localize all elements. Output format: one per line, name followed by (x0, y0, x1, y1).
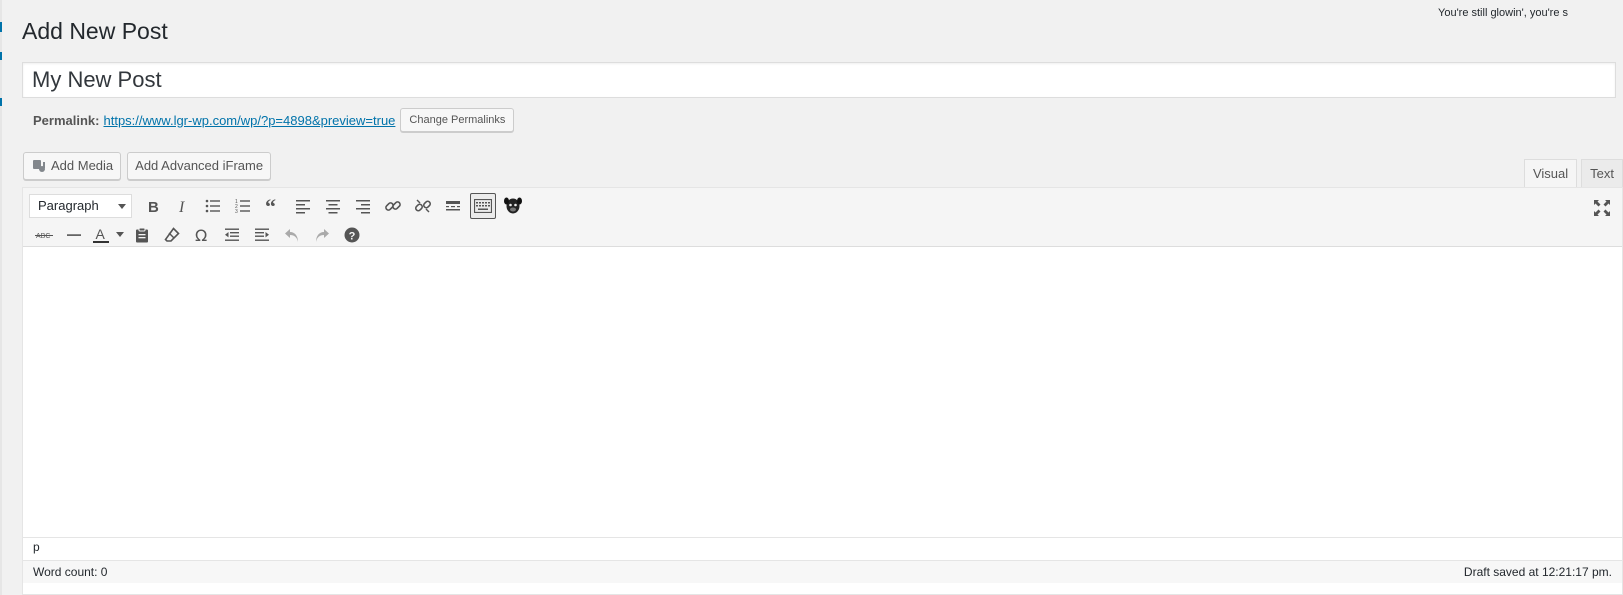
tab-text[interactable]: Text (1581, 159, 1623, 187)
redo-button[interactable] (307, 222, 337, 248)
read-more-icon (446, 201, 460, 211)
media-buttons: Add Media Add Advanced iFrame (23, 152, 272, 180)
bulleted-list-button[interactable] (198, 193, 228, 219)
unlink-icon (414, 199, 432, 213)
toolbar-toggle-icon (474, 199, 492, 213)
redo-icon (316, 229, 329, 242)
blockquote-button[interactable]: “ (258, 193, 288, 219)
outdent-icon (225, 228, 239, 241)
format-select[interactable]: Paragraph (29, 194, 132, 218)
element-path: p (23, 537, 1622, 560)
pug-plugin-button[interactable] (498, 193, 528, 219)
special-character-button[interactable]: Ω (187, 222, 217, 248)
paste-as-text-button[interactable] (127, 222, 157, 248)
menu-edge-mark (0, 22, 2, 32)
editor-content-area[interactable] (23, 247, 1622, 537)
editor-tabs: Visual Text (1523, 159, 1623, 187)
svg-text:“: “ (265, 198, 276, 214)
align-right-icon (356, 200, 370, 214)
align-center-button[interactable] (318, 193, 348, 219)
strikethrough-text: ABC (36, 233, 50, 240)
format-select-value: Paragraph (38, 198, 99, 213)
post-title-input[interactable] (22, 62, 1616, 98)
post-status-info: Word count: 0 Draft saved at 12:21:17 pm… (23, 560, 1622, 583)
fullscreen-icon[interactable] (1592, 198, 1612, 218)
toolbar-toggle-button[interactable] (470, 193, 496, 219)
element-path-item[interactable]: p (33, 540, 40, 554)
permalink-label: Permalink: (33, 112, 100, 128)
text-color-button[interactable]: A (89, 222, 113, 248)
tab-visual[interactable]: Visual (1523, 159, 1578, 187)
svg-text:B: B (148, 199, 159, 214)
add-advanced-iframe-button[interactable]: Add Advanced iFrame (127, 152, 272, 180)
chevron-down-icon (116, 232, 124, 237)
svg-text:3: 3 (235, 209, 238, 214)
clear-formatting-icon (164, 227, 180, 242)
indent-icon (255, 228, 269, 241)
strikethrough-icon: ABC (35, 233, 53, 240)
pug-icon (504, 197, 522, 214)
chevron-down-icon (118, 204, 126, 209)
align-center-icon (326, 200, 340, 214)
omega-glyph: Ω (195, 227, 207, 243)
text-color-letter: A (96, 226, 106, 242)
word-count: Word count: 0 (33, 565, 108, 579)
permalink-row: Permalink: https://www.lgr-wp.com/wp/?p=… (33, 108, 515, 132)
add-media-icon (33, 160, 45, 172)
hello-dolly-lyric: You're still glowin', you're s (1438, 7, 1569, 19)
menu-edge-mark (0, 98, 2, 106)
add-media-label: Add Media (51, 158, 114, 173)
clear-formatting-button[interactable] (157, 222, 187, 248)
insert-link-button[interactable] (378, 193, 408, 219)
read-more-button[interactable] (438, 193, 468, 219)
autosave-status: Draft saved at 12:21:17 pm. (1463, 565, 1612, 579)
strikethrough-button[interactable]: ABC (29, 222, 59, 248)
horizontal-line-button[interactable] (59, 222, 89, 248)
numbered-list-icon: 1 2 3 (235, 199, 250, 214)
horizontal-line-icon (67, 234, 81, 236)
change-permalinks-button[interactable]: Change Permalinks (400, 108, 515, 132)
svg-text:I: I (178, 199, 185, 214)
align-left-button[interactable] (288, 193, 318, 219)
paste-as-text-icon (136, 227, 148, 243)
help-button[interactable]: ? (337, 222, 367, 248)
bulleted-list-icon (205, 199, 220, 213)
indent-button[interactable] (247, 222, 277, 248)
special-character-icon: Ω (195, 227, 207, 243)
undo-icon (285, 229, 298, 242)
text-color-dropdown[interactable] (113, 222, 127, 248)
bold-button[interactable]: B (138, 193, 168, 219)
editor: Paragraph B I 1 2 3 “ ABC A Ω ? p Word c… (22, 187, 1623, 595)
text-color-icon: A (93, 226, 109, 243)
italic-button[interactable]: I (168, 193, 198, 219)
bold-icon: B (148, 199, 159, 214)
menu-edge-mark (0, 52, 2, 60)
editor-toolbar: Paragraph B I 1 2 3 “ ABC A Ω ? (23, 188, 1622, 247)
page-title: Add New Post (22, 18, 168, 44)
italic-icon: I (178, 199, 185, 214)
toolbar-row-2: ABC A Ω ? (29, 222, 367, 248)
link-icon (385, 201, 401, 211)
add-media-button[interactable]: Add Media (23, 152, 122, 180)
blockquote-icon: “ (265, 198, 276, 214)
toolbar-row-1: Paragraph B I 1 2 3 “ (29, 193, 528, 219)
permalink-link[interactable]: https://www.lgr-wp.com/wp/?p=4898&previe… (103, 113, 395, 128)
remove-link-button[interactable] (408, 193, 438, 219)
svg-text:?: ? (349, 231, 356, 243)
align-left-icon (296, 200, 310, 214)
numbered-list-button[interactable]: 1 2 3 (228, 193, 258, 219)
undo-button[interactable] (277, 222, 307, 248)
outdent-button[interactable] (217, 222, 247, 248)
admin-menu-edge (0, 0, 2, 595)
help-icon: ? (344, 227, 360, 243)
align-right-button[interactable] (348, 193, 378, 219)
